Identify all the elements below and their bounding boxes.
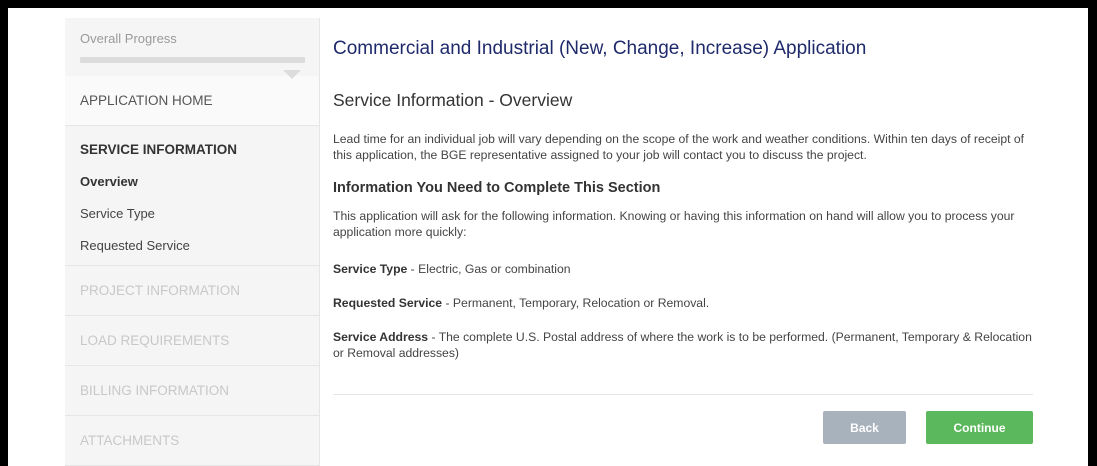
continue-button[interactable]: Continue bbox=[926, 411, 1033, 444]
requirement-desc: - Electric, Gas or combination bbox=[407, 262, 571, 276]
sidebar-item-requested-service[interactable]: Requested Service bbox=[80, 238, 304, 253]
intro-text: Lead time for an individual job will var… bbox=[333, 132, 1025, 162]
sidebar-section-project-information: PROJECT INFORMATION bbox=[65, 266, 319, 316]
sidebar-section-service-information: SERVICE INFORMATION Overview Service Typ… bbox=[65, 126, 319, 266]
requirement-service-address: Service Address - The complete U.S. Post… bbox=[333, 329, 1033, 361]
sidebar-item-overview[interactable]: Overview bbox=[80, 174, 304, 189]
back-button[interactable]: Back bbox=[823, 411, 906, 444]
info-text: This application will ask for the follow… bbox=[333, 209, 1015, 239]
progress-label: Overall Progress bbox=[80, 31, 177, 46]
sidebar-item-application-home[interactable]: APPLICATION HOME bbox=[65, 76, 319, 126]
sidebar-item-service-type[interactable]: Service Type bbox=[80, 206, 304, 221]
overall-progress: Overall Progress bbox=[65, 18, 319, 76]
requirement-label: Service Type bbox=[333, 262, 408, 276]
sidebar-section-title[interactable]: SERVICE INFORMATION bbox=[80, 142, 304, 157]
requirement-desc: - Permanent, Temporary, Relocation or Re… bbox=[442, 296, 710, 310]
sidebar-section-billing-information: BILLING INFORMATION bbox=[65, 366, 319, 416]
main-content: Commercial and Industrial (New, Change, … bbox=[325, 18, 1045, 466]
sidebar-navigation: Overall Progress APPLICATION HOME SERVIC… bbox=[65, 18, 320, 466]
requirement-label: Service Address bbox=[333, 330, 429, 344]
application-window: Overall Progress APPLICATION HOME SERVIC… bbox=[8, 8, 1088, 466]
divider bbox=[333, 394, 1033, 395]
section-heading: Service Information - Overview bbox=[333, 90, 573, 110]
requirement-requested-service: Requested Service - Permanent, Temporary… bbox=[333, 295, 1033, 311]
progress-bar bbox=[80, 57, 305, 63]
requirement-label: Requested Service bbox=[333, 296, 443, 310]
sidebar-section-load-requirements: LOAD REQUIREMENTS bbox=[65, 316, 319, 366]
sidebar-section-attachments: ATTACHMENTS bbox=[65, 416, 319, 466]
progress-caret-icon bbox=[283, 70, 301, 79]
requirement-service-type: Service Type - Electric, Gas or combinat… bbox=[333, 261, 1033, 277]
page-title: Commercial and Industrial (New, Change, … bbox=[333, 38, 867, 59]
sub-heading: Information You Need to Complete This Se… bbox=[333, 180, 661, 196]
requirement-desc: - The complete U.S. Postal address of wh… bbox=[333, 330, 1032, 360]
